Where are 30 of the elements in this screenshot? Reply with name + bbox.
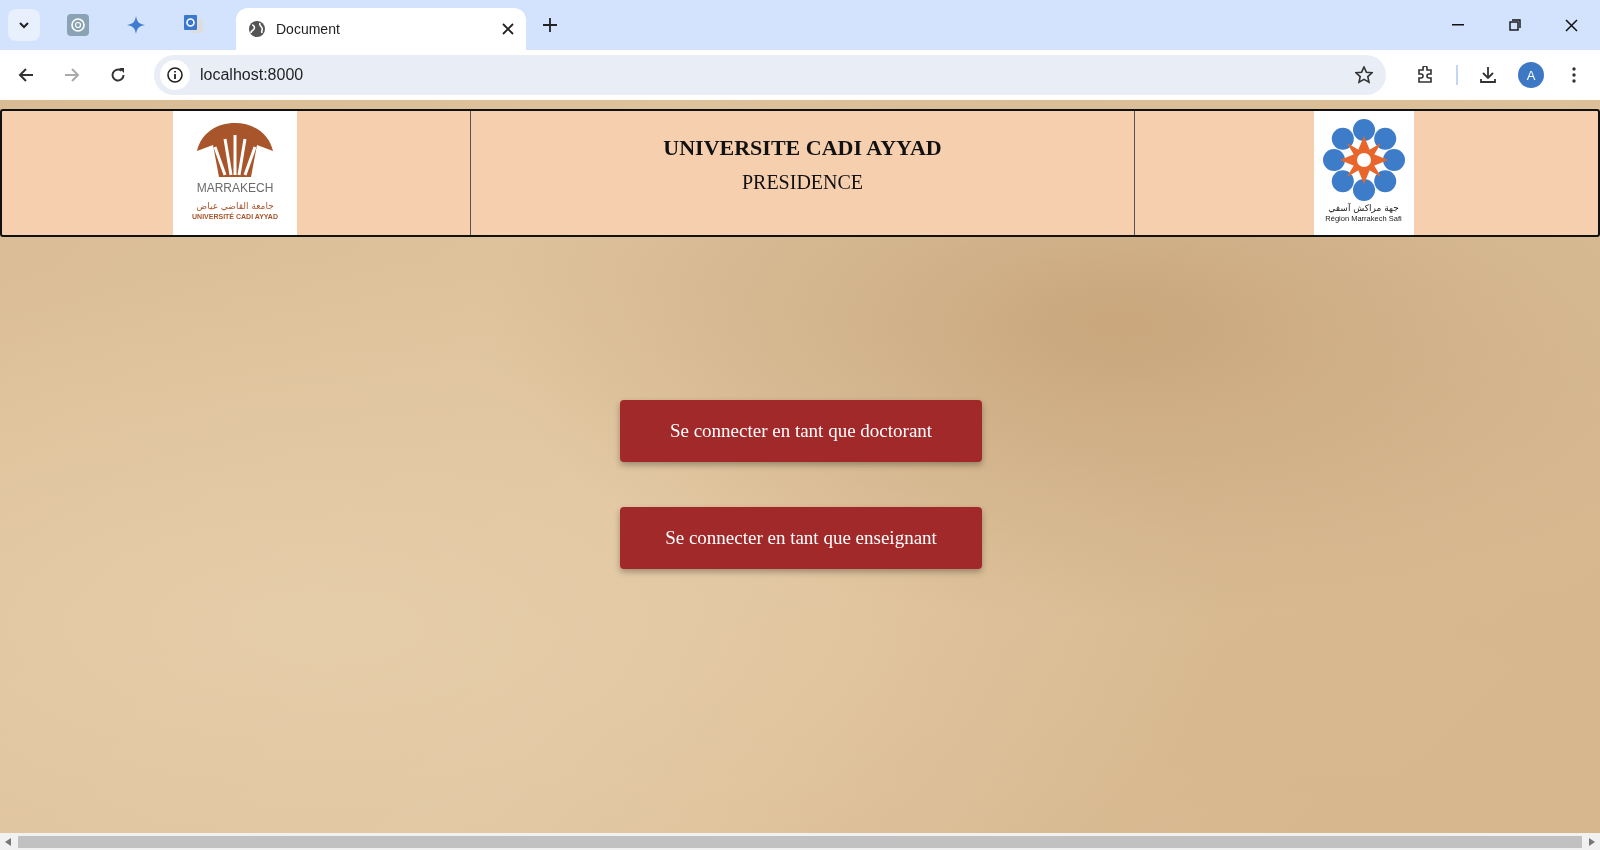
info-icon[interactable] [160, 60, 190, 90]
logo-wordmark: MARRAKECH [196, 181, 274, 195]
back-icon[interactable] [18, 67, 34, 83]
login-button[interactable]: Se connecter en tant que enseignant [620, 507, 982, 569]
restore-icon[interactable] [1508, 19, 1521, 31]
fan-emblem-icon [195, 121, 275, 179]
close-icon[interactable] [502, 23, 514, 35]
close-icon[interactable] [1565, 18, 1578, 32]
scroll-right-icon[interactable] [1589, 837, 1595, 846]
logo-arabic-text: جهة مراكش آسفي [1328, 203, 1399, 214]
browser-tab[interactable]: Document [236, 8, 526, 50]
horizontal-scrollbar[interactable] [0, 833, 1600, 850]
chevron-down-icon [18, 19, 30, 31]
translate-icon[interactable] [184, 15, 204, 35]
minimize-icon[interactable] [1451, 24, 1464, 26]
logo-arabic-text: جامعة القاضي عياض [196, 201, 274, 212]
login-button[interactable]: Se connecter en tant que doctorant [620, 400, 982, 462]
tab-title: Document [276, 21, 341, 37]
scroll-left-icon[interactable] [5, 837, 11, 846]
url-text: localhost:8000 [200, 66, 305, 84]
page-subtitle: PRESIDENCE [741, 171, 864, 194]
page-title: UNIVERSITE CADI AYYAD [663, 135, 942, 161]
new-tab-icon[interactable] [543, 18, 557, 32]
reload-icon[interactable] [110, 67, 126, 83]
sparkle-icon[interactable] [127, 16, 145, 34]
profile-avatar[interactable]: A [1518, 62, 1544, 88]
star-emblem-icon [1321, 117, 1406, 203]
tab-search-button[interactable] [8, 9, 40, 41]
globe-icon [248, 20, 266, 38]
address-bar[interactable]: localhost:8000 [154, 55, 1386, 95]
